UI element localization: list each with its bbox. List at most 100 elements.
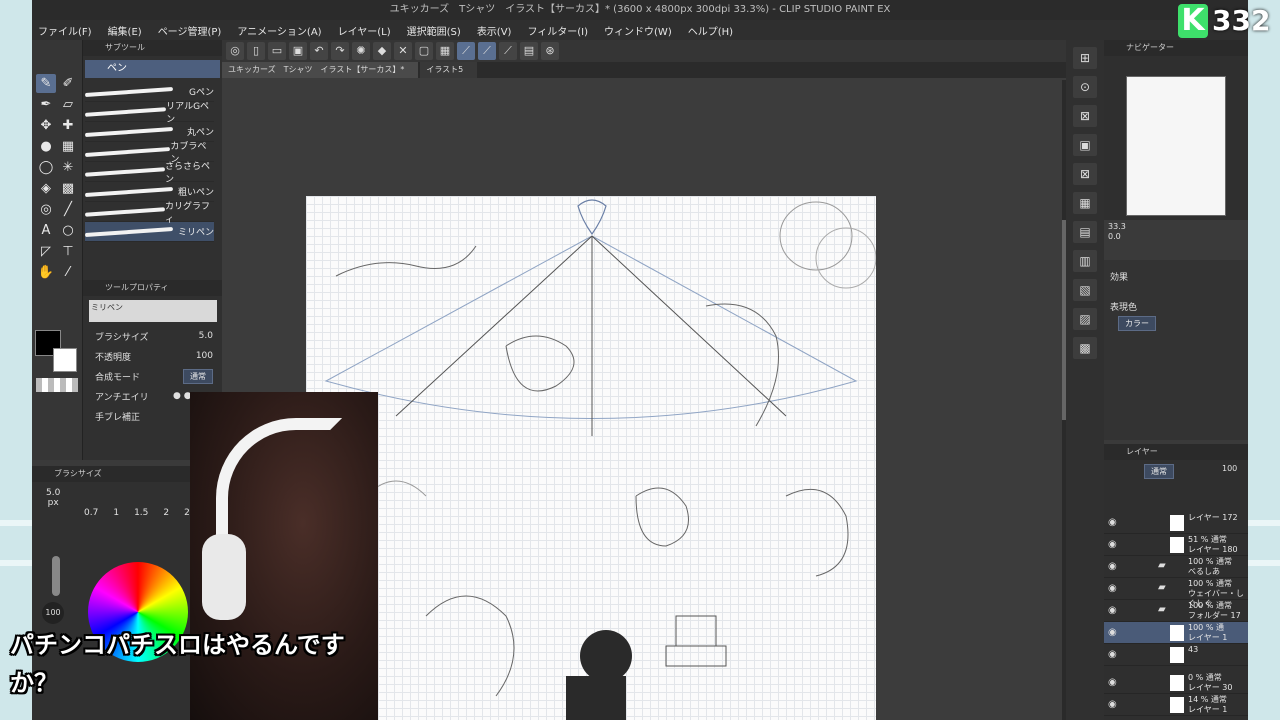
layer-folder-row[interactable]: ◉ ▰ 100 % 通常 ウェイバー・しぐしぐ xyxy=(1104,578,1248,608)
snap-grid-icon[interactable]: ⟋ xyxy=(499,42,517,60)
layer-folder-row[interactable]: ◉ ▰ 100 % 通常 フォルダー 17 xyxy=(1104,600,1248,622)
menu-selection[interactable]: 選択範囲(S) xyxy=(407,23,461,38)
sub-color-swatch[interactable] xyxy=(53,348,77,372)
transform-icon[interactable]: ▢ xyxy=(415,42,433,60)
save-icon[interactable]: ▣ xyxy=(289,42,307,60)
property-brush-size[interactable]: ブラシサイズ 5.0 xyxy=(83,326,223,346)
property-blend-mode[interactable]: 合成モード 通常 xyxy=(83,366,223,386)
3d-material-icon[interactable]: ▤ xyxy=(1073,221,1097,243)
eye-icon[interactable]: ◉ xyxy=(1108,583,1117,594)
size-slider[interactable] xyxy=(52,556,60,596)
crop-icon[interactable]: ▦ xyxy=(436,42,454,60)
operation-tool-icon[interactable]: ✚ xyxy=(58,116,78,135)
menu-filter[interactable]: フィルター(I) xyxy=(527,23,588,38)
text-tool-icon[interactable]: A xyxy=(36,221,56,240)
fill-icon[interactable]: ◆ xyxy=(373,42,391,60)
eye-icon[interactable]: ◉ xyxy=(1108,649,1117,660)
fill-tool-icon[interactable]: ◈ xyxy=(36,179,56,198)
clip-studio-icon[interactable]: ◎ xyxy=(226,42,244,60)
navigator-thumbnail[interactable] xyxy=(1126,76,1226,216)
material-close-icon[interactable]: ⊠ xyxy=(1073,105,1097,127)
brush-item[interactable]: さらさらペン xyxy=(84,162,214,185)
property-value[interactable]: 5.0 xyxy=(199,331,213,341)
size-preset[interactable]: 2 xyxy=(163,508,169,518)
blend-mode-select[interactable]: 通常 xyxy=(183,368,213,384)
brush-item-selected[interactable]: ミリペン xyxy=(84,222,214,242)
pencil-tool-icon[interactable]: ✐ xyxy=(58,74,78,93)
eraser-tool-icon[interactable]: ▱ xyxy=(58,95,78,114)
menu-window[interactable]: ウィンドウ(W) xyxy=(604,23,672,38)
menu-help[interactable]: ヘルプ(H) xyxy=(688,23,733,38)
material-icon[interactable]: ⊞ xyxy=(1073,47,1097,69)
property-value[interactable]: 100 xyxy=(196,351,213,361)
transparent-color-swatch[interactable] xyxy=(36,378,78,392)
eyedropper-icon[interactable]: ⁄ xyxy=(58,263,78,282)
settings-icon[interactable]: ▤ xyxy=(520,42,538,60)
brush-item[interactable]: リアルGペン xyxy=(84,102,214,125)
layer-folder-row[interactable]: ◉ ▰ 100 % 通常 べるしあ xyxy=(1104,556,1248,578)
manga-material-icon[interactable]: ▥ xyxy=(1073,250,1097,272)
new-file-icon[interactable]: ▯ xyxy=(247,42,265,60)
menu-page[interactable]: ページ管理(P) xyxy=(158,23,222,38)
eye-icon[interactable]: ◉ xyxy=(1108,517,1117,528)
line-tool-icon[interactable]: ╱ xyxy=(58,200,78,219)
eye-icon[interactable]: ◉ xyxy=(1108,677,1117,688)
layer-row[interactable]: ◉ レイヤー 172 xyxy=(1104,512,1248,534)
eye-icon[interactable]: ◉ xyxy=(1108,699,1117,710)
snap-ruler-icon[interactable]: ⟋ xyxy=(457,42,475,60)
size-preset[interactable]: 1.5 xyxy=(134,508,148,518)
layer-row[interactable]: ◉ 0 % 通常 レイヤー 30 xyxy=(1104,672,1248,694)
menu-view[interactable]: 表示(V) xyxy=(477,23,512,38)
eye-icon[interactable]: ◉ xyxy=(1108,561,1117,572)
eye-icon[interactable]: ◉ xyxy=(1108,627,1117,638)
item-material-icon[interactable]: ▧ xyxy=(1073,279,1097,301)
grid-tool-icon[interactable]: ▦ xyxy=(58,137,78,156)
open-file-icon[interactable]: ▭ xyxy=(268,42,286,60)
layer-opacity[interactable]: 100 xyxy=(1222,464,1237,473)
subtool-group-pen[interactable]: ペン xyxy=(85,60,220,78)
snap-special-ruler-icon[interactable]: ⟋ xyxy=(478,42,496,60)
history-icon[interactable]: ▩ xyxy=(1073,337,1097,359)
figure-tool-icon[interactable]: ◎ xyxy=(36,200,56,219)
brush-item[interactable]: カリグラフィ xyxy=(84,202,214,225)
layer-row-selected[interactable]: ◉ 100 % 通レイヤー 1 xyxy=(1104,622,1248,644)
property-opacity[interactable]: 不透明度 100 xyxy=(83,346,223,366)
size-preset[interactable]: 0.7 xyxy=(84,508,98,518)
menu-edit[interactable]: 編集(E) xyxy=(108,23,142,38)
tab-illust5[interactable]: イラスト5 xyxy=(420,62,478,78)
eye-icon[interactable]: ◉ xyxy=(1108,605,1117,616)
magic-wand-icon[interactable]: ✳ xyxy=(58,158,78,177)
brush-material-icon[interactable]: ⊠ xyxy=(1073,163,1097,185)
lasso-tool-icon[interactable]: ◯ xyxy=(36,158,56,177)
assist-icon[interactable]: ⊛ xyxy=(541,42,559,60)
hand-tool-icon[interactable]: ✋ xyxy=(36,263,56,282)
menu-layer[interactable]: レイヤー(L) xyxy=(338,23,391,38)
frame-tool-icon[interactable]: ◸ xyxy=(36,242,56,261)
rotate-value[interactable]: 0.0 xyxy=(1104,232,1248,241)
loading-icon[interactable]: ✺ xyxy=(352,42,370,60)
ruler-tool-icon[interactable]: ⊤ xyxy=(58,242,78,261)
brush-tool-icon[interactable]: ✒ xyxy=(36,95,56,114)
expression-color-select[interactable]: カラー xyxy=(1118,316,1156,331)
undo-icon[interactable]: ↶ xyxy=(310,42,328,60)
tab-circus[interactable]: ユキッカーズ Tシャツ イラスト【サーカス】* xyxy=(222,62,419,78)
layer-row[interactable]: ◉ 51 % 通常 レイヤー 180 xyxy=(1104,534,1248,556)
layer-row[interactable]: ◉ 14 % 通常 レイヤー 1 xyxy=(1104,694,1248,716)
layer-row[interactable]: ◉ 43 xyxy=(1104,644,1248,666)
image-material-icon[interactable]: ▣ xyxy=(1073,134,1097,156)
menu-animation[interactable]: アニメーション(A) xyxy=(237,23,321,38)
search-icon[interactable]: ⊙ xyxy=(1073,76,1097,98)
redo-icon[interactable]: ↷ xyxy=(331,42,349,60)
pose-material-icon[interactable]: ▨ xyxy=(1073,308,1097,330)
move-tool-icon[interactable]: ✥ xyxy=(36,116,56,135)
eye-icon[interactable]: ◉ xyxy=(1108,539,1117,550)
blend-tool-icon[interactable]: ● xyxy=(36,137,56,156)
zoom-value[interactable]: 33.3 xyxy=(1108,222,1126,231)
tone-material-icon[interactable]: ▦ xyxy=(1073,192,1097,214)
pen-tool-icon[interactable]: ✎ xyxy=(36,74,56,93)
gradient-tool-icon[interactable]: ▩ xyxy=(58,179,78,198)
layer-blend-select[interactable]: 通常 xyxy=(1144,464,1174,479)
menu-file[interactable]: ファイル(F) xyxy=(38,23,92,38)
size-preset[interactable]: 1 xyxy=(113,508,119,518)
clear-icon[interactable]: ✕ xyxy=(394,42,412,60)
